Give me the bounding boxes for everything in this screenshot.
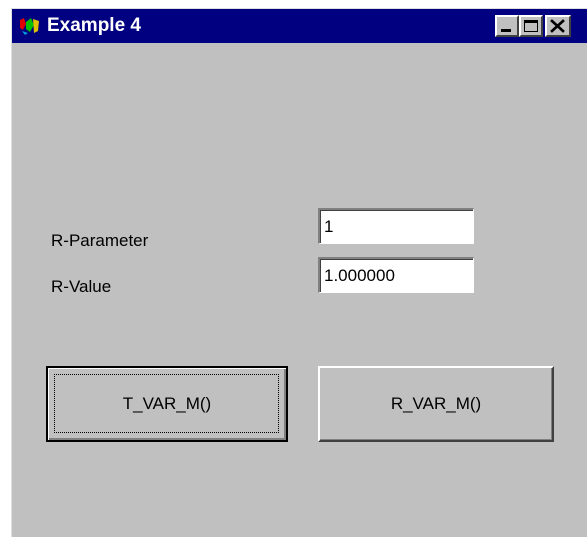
close-button[interactable] (545, 15, 571, 37)
main-window: Example 4 R-Parameter R-Value T_VAR_M() … (11, 8, 587, 537)
r-value-label: R-Value (51, 277, 112, 296)
maximize-icon (524, 20, 538, 32)
t-var-m-label: T_VAR_M() (122, 394, 212, 413)
r-var-m-button[interactable]: R_VAR_M() (318, 366, 554, 442)
minimize-icon (501, 29, 511, 32)
close-icon (550, 19, 565, 33)
t-var-m-button[interactable]: T_VAR_M() (46, 366, 288, 442)
r-var-m-label: R_VAR_M() (390, 394, 482, 413)
maximize-button[interactable] (519, 15, 543, 37)
window-title: Example 4 (47, 15, 141, 36)
minimize-button[interactable] (495, 15, 519, 37)
r-parameter-label: R-Parameter (51, 231, 149, 250)
r-parameter-input[interactable] (318, 208, 474, 244)
title-bar[interactable]: Example 4 (12, 9, 587, 43)
r-value-input[interactable] (318, 257, 474, 293)
app-icon[interactable] (19, 16, 41, 36)
